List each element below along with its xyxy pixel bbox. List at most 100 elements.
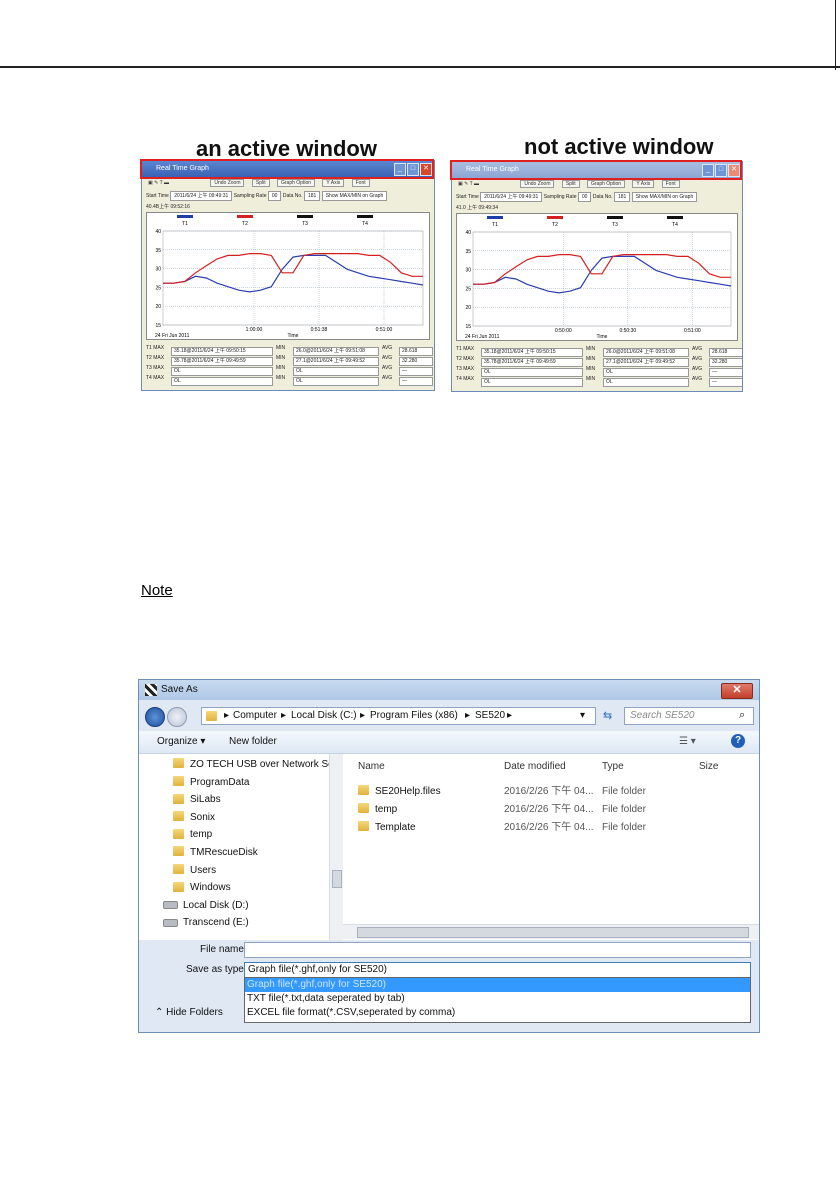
- legend-swatch: [237, 215, 253, 218]
- search-input[interactable]: Search SE520: [624, 707, 754, 725]
- font-button[interactable]: Font: [351, 179, 370, 187]
- file-list[interactable]: Name Date modified Type Size SE20Help.fi…: [343, 754, 759, 940]
- nav-item[interactable]: temp: [173, 826, 212, 843]
- caption-inactive-window: not active window: [524, 134, 714, 159]
- split-button[interactable]: Split: [561, 180, 580, 188]
- back-arrow-icon[interactable]: [145, 707, 165, 727]
- save-type-option[interactable]: Graph file(*.ghf,only for SE520): [245, 978, 750, 992]
- stats-max[interactable]: OL: [171, 377, 273, 387]
- nav-item[interactable]: ZO TECH USB over Network Se: [173, 756, 334, 773]
- nav-item[interactable]: Users: [173, 862, 216, 879]
- nav-item[interactable]: SiLabs: [173, 791, 221, 808]
- graph-option-button[interactable]: Graph Option: [587, 180, 626, 188]
- sampling-rate-select[interactable]: 00: [577, 191, 592, 202]
- nav-item[interactable]: Sonix: [173, 809, 215, 826]
- stats-avg[interactable]: —: [399, 377, 433, 387]
- y-axis-button[interactable]: Y Axis: [632, 180, 655, 188]
- crumb-sep: ▸: [507, 710, 513, 721]
- save-type-dropdown-list[interactable]: Graph file(*.ghf,only for SE520) TXT fil…: [244, 977, 751, 1023]
- address-dropdown-icon[interactable]: ▾: [580, 710, 585, 721]
- stats-avg[interactable]: —: [709, 378, 742, 388]
- chevron-up-icon: ⌃: [155, 1007, 164, 1018]
- column-size[interactable]: Size: [699, 761, 718, 772]
- file-type: File folder: [602, 783, 646, 800]
- organize-button[interactable]: Organize ▾: [157, 736, 205, 747]
- dialog-titlebar[interactable]: Save As ✕: [139, 680, 759, 700]
- graph-window-active[interactable]: Real Time Graph _ □ ✕ ▣ ✎ T ▬ Undo Zoom Sp…: [141, 160, 435, 391]
- file-name[interactable]: SE20Help.files: [358, 783, 441, 800]
- nav-item[interactable]: Local Disk (D:): [163, 897, 249, 914]
- file-name[interactable]: temp: [358, 801, 397, 818]
- stats-label: T3 MAX: [146, 365, 165, 371]
- nav-item-label: Sonix: [190, 811, 216, 823]
- toolbar-icons[interactable]: ▣ ✎ T ▬: [148, 180, 169, 186]
- toolbar-icons[interactable]: ▣ ✎ T ▬: [458, 181, 479, 187]
- undo-zoom-button[interactable]: Undo Zoom: [210, 179, 245, 187]
- file-name-label: File name:: [200, 944, 247, 955]
- legend-label: T2: [242, 221, 248, 227]
- file-name-text: temp: [375, 804, 398, 815]
- y-axis-button[interactable]: Y Axis: [322, 179, 345, 187]
- nav-item[interactable]: ProgramData: [173, 774, 249, 791]
- nav-item-label: ProgramData: [190, 776, 250, 788]
- x-tick-label: 0:51:00: [376, 327, 393, 333]
- graph-plot-area[interactable]: T1 T2 T3 T4 40 35 30 25 20 15 0:50:00 0:50:30 0:51:0…: [456, 213, 738, 341]
- search-icon[interactable]: ⌕: [739, 709, 745, 722]
- cursor-time: 40.4B上午 09:52:16: [146, 204, 190, 210]
- file-date-text: 2016/2/26 下午 04...: [504, 804, 594, 815]
- start-time-field[interactable]: 2011/6/24 上午 09:49:31: [480, 191, 543, 202]
- crumb-computer[interactable]: Computer: [233, 710, 277, 721]
- start-time-field[interactable]: 2011/6/24 上午 09:49:31: [170, 190, 233, 201]
- refresh-icon[interactable]: ⇆: [603, 709, 612, 722]
- data-no-field[interactable]: 181: [613, 191, 631, 202]
- page-header-rule: [0, 66, 840, 68]
- help-icon[interactable]: ?: [731, 734, 745, 748]
- graph-window-inactive[interactable]: Real Time Graph _ □ ✕ ▣ ✎ T ▬ Undo Zoom Sp…: [451, 161, 743, 392]
- stats-min[interactable]: OL: [603, 378, 689, 388]
- temperature-chart[interactable]: T1 T2 T3 T4 40 35 30 25 20 15 0:50:00 0:50:30 0:51:0…: [457, 214, 737, 340]
- show-max-min-button[interactable]: Show MAX/MIN on Graph: [631, 191, 698, 202]
- graph-option-button[interactable]: Graph Option: [277, 179, 316, 187]
- undo-zoom-button[interactable]: Undo Zoom: [520, 180, 555, 188]
- data-no-field[interactable]: 181: [303, 190, 321, 201]
- sampling-rate-label: Sampling Rate: [543, 194, 577, 200]
- nav-scrollbar[interactable]: [329, 754, 343, 940]
- save-type-option[interactable]: TXT file(*.txt,data seperated by tab): [245, 992, 750, 1006]
- save-as-dialog[interactable]: Save As ✕ ▸ Computer ▸ Local Disk (C:) ▸…: [138, 679, 760, 1033]
- stats-min[interactable]: OL: [293, 377, 379, 387]
- graph-plot-area[interactable]: T1 T2 T3 T4 40 35 30 25 20 15 1:00:00 0:51:38 0:51:0…: [146, 212, 430, 340]
- save-type-option[interactable]: EXCEL file format(*.CSV,seperated by com…: [245, 1006, 750, 1020]
- crumb-local-disk[interactable]: Local Disk (C:): [291, 710, 357, 721]
- nav-item-label: Transcend (E:): [183, 917, 249, 929]
- address-breadcrumb[interactable]: ▸ Computer ▸ Local Disk (C:) ▸ Program F…: [201, 707, 596, 725]
- navigation-pane[interactable]: ZO TECH USB over Network Se ProgramData Si…: [139, 754, 343, 940]
- dialog-close-button[interactable]: ✕: [721, 683, 753, 699]
- legend-label: T3: [302, 221, 308, 227]
- new-folder-button[interactable]: New folder: [229, 736, 277, 747]
- nav-item[interactable]: Windows: [173, 879, 231, 896]
- stats-max[interactable]: OL: [481, 378, 583, 388]
- crumb-program-files[interactable]: Program Files (x86): [370, 710, 458, 721]
- folder-icon: [358, 785, 369, 796]
- split-button[interactable]: Split: [251, 179, 270, 187]
- column-date-modified[interactable]: Date modified: [504, 761, 566, 772]
- stats-min-label: MIN: [276, 365, 286, 371]
- font-button[interactable]: Font: [661, 180, 680, 188]
- column-name[interactable]: Name: [358, 761, 385, 772]
- nav-item[interactable]: TMRescueDisk: [173, 844, 258, 861]
- nav-item-label: TMRescueDisk: [190, 847, 258, 858]
- save-as-type-select[interactable]: Graph file(*.ghf,only for SE520): [244, 962, 751, 978]
- hide-folders-button[interactable]: ⌃ Hide Folders: [155, 1007, 223, 1018]
- sampling-rate-select[interactable]: 00: [267, 190, 282, 201]
- show-max-min-button[interactable]: Show MAX/MIN on Graph: [321, 190, 388, 201]
- crumb-se520[interactable]: SE520: [475, 710, 505, 721]
- file-name-input[interactable]: [244, 942, 751, 958]
- column-type[interactable]: Type: [602, 761, 624, 772]
- view-options-icon[interactable]: ☰ ▾: [679, 736, 696, 747]
- temperature-chart[interactable]: T1 T2 T3 T4 40 35 30 25 20 15 1:00:00 0:51:38 0:51:0…: [147, 213, 429, 339]
- file-name[interactable]: Template: [358, 819, 416, 836]
- stats-min-label: MIN: [586, 366, 596, 372]
- file-list-scrollbar[interactable]: [343, 924, 759, 939]
- forward-arrow-icon[interactable]: [167, 707, 187, 727]
- nav-item[interactable]: Transcend (E:): [163, 914, 249, 931]
